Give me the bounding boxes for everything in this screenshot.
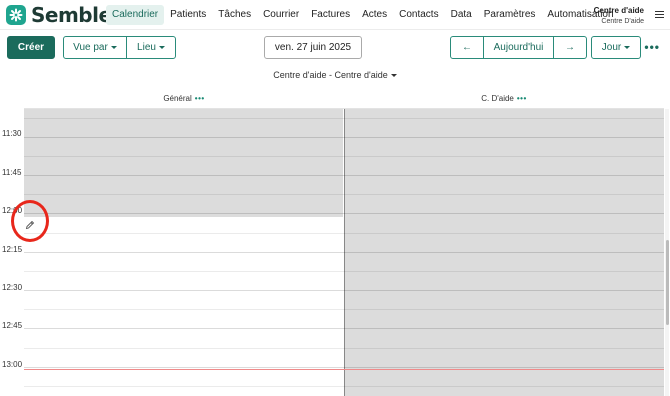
more-options-icon[interactable]: ••• — [644, 40, 660, 54]
main-menu: Calendrier Patients Tâches Courrier Fact… — [106, 5, 620, 25]
current-time-indicator — [24, 369, 664, 370]
brand-name: Semble — [31, 3, 112, 27]
today-button[interactable]: Aujourd'hui — [483, 36, 554, 59]
nav-item-data[interactable]: Data — [445, 5, 478, 25]
time-label: 11:30 — [2, 129, 22, 138]
account-menu[interactable]: Centre d'aide Centre D'aide — [594, 6, 644, 27]
calendar-grid — [24, 109, 664, 396]
arrow-right-icon: → — [565, 42, 575, 53]
red-circle-annotation — [11, 200, 49, 242]
nav-item-courrier[interactable]: Courrier — [257, 5, 305, 25]
location-label: Centre d'aide - Centre d'aide — [273, 70, 388, 80]
column-header-c-daide[interactable]: C. D'aide ••• — [344, 92, 664, 108]
time-label: 12:30 — [2, 283, 23, 292]
nav-item-factures[interactable]: Factures — [305, 5, 356, 25]
scrollbar-thumb[interactable] — [666, 240, 669, 325]
next-day-button[interactable]: → — [553, 36, 587, 59]
time-label: 11:45 — [2, 168, 22, 177]
semble-logo[interactable]: Semble — [6, 3, 112, 27]
range-dropdown[interactable]: Jour — [591, 36, 641, 59]
unavailable-slot[interactable] — [24, 109, 343, 217]
caret-down-icon — [624, 46, 631, 49]
caret-down-icon — [390, 74, 397, 78]
account-name: Centre d'aide — [593, 6, 644, 15]
caret-down-icon — [110, 46, 117, 49]
view-by-dropdown[interactable]: Vue par — [63, 36, 127, 59]
nav-item-contacts[interactable]: Contacts — [393, 5, 444, 25]
account-subtitle: Centre D'aide — [601, 18, 644, 25]
time-label: 12:15 — [2, 245, 23, 254]
previous-day-button[interactable]: ← — [450, 36, 484, 59]
column-options-icon[interactable]: ••• — [517, 94, 527, 103]
view-by-label: Vue par — [73, 42, 108, 53]
caret-down-icon — [158, 46, 165, 49]
date-picker-button[interactable]: ven. 27 juin 2025 — [264, 36, 362, 59]
nav-item-taches[interactable]: Tâches — [212, 5, 257, 25]
nav-item-actes[interactable]: Actes — [356, 5, 393, 25]
time-label: 13:00 — [2, 360, 23, 369]
arrow-left-icon: ← — [462, 42, 472, 53]
semble-logo-mark-icon — [6, 5, 26, 25]
hamburger-menu-icon[interactable] — [655, 11, 664, 19]
place-dropdown[interactable]: Lieu — [126, 36, 176, 59]
range-label: Jour — [601, 42, 622, 53]
column-options-icon[interactable]: ••• — [195, 94, 205, 103]
column-header-general[interactable]: Général ••• — [24, 92, 344, 108]
time-label: 12:45 — [2, 321, 23, 330]
top-navigation: Semble Calendrier Patients Tâches Courri… — [0, 0, 670, 30]
time-axis: 11:30 11:45 12:00 12:15 12:30 12:45 13:0… — [0, 109, 24, 396]
column-name: Général — [163, 94, 192, 103]
nav-item-patients[interactable]: Patients — [164, 5, 212, 25]
create-button[interactable]: Créer — [7, 36, 55, 59]
location-selector[interactable]: Centre d'aide - Centre d'aide — [0, 70, 670, 80]
calendar-column-headers: Général ••• C. D'aide ••• — [24, 92, 664, 109]
column-name: C. D'aide — [481, 94, 514, 103]
nav-item-parametres[interactable]: Paramètres — [478, 5, 542, 25]
nav-item-calendrier[interactable]: Calendrier — [106, 5, 165, 25]
place-label: Lieu — [137, 42, 156, 53]
